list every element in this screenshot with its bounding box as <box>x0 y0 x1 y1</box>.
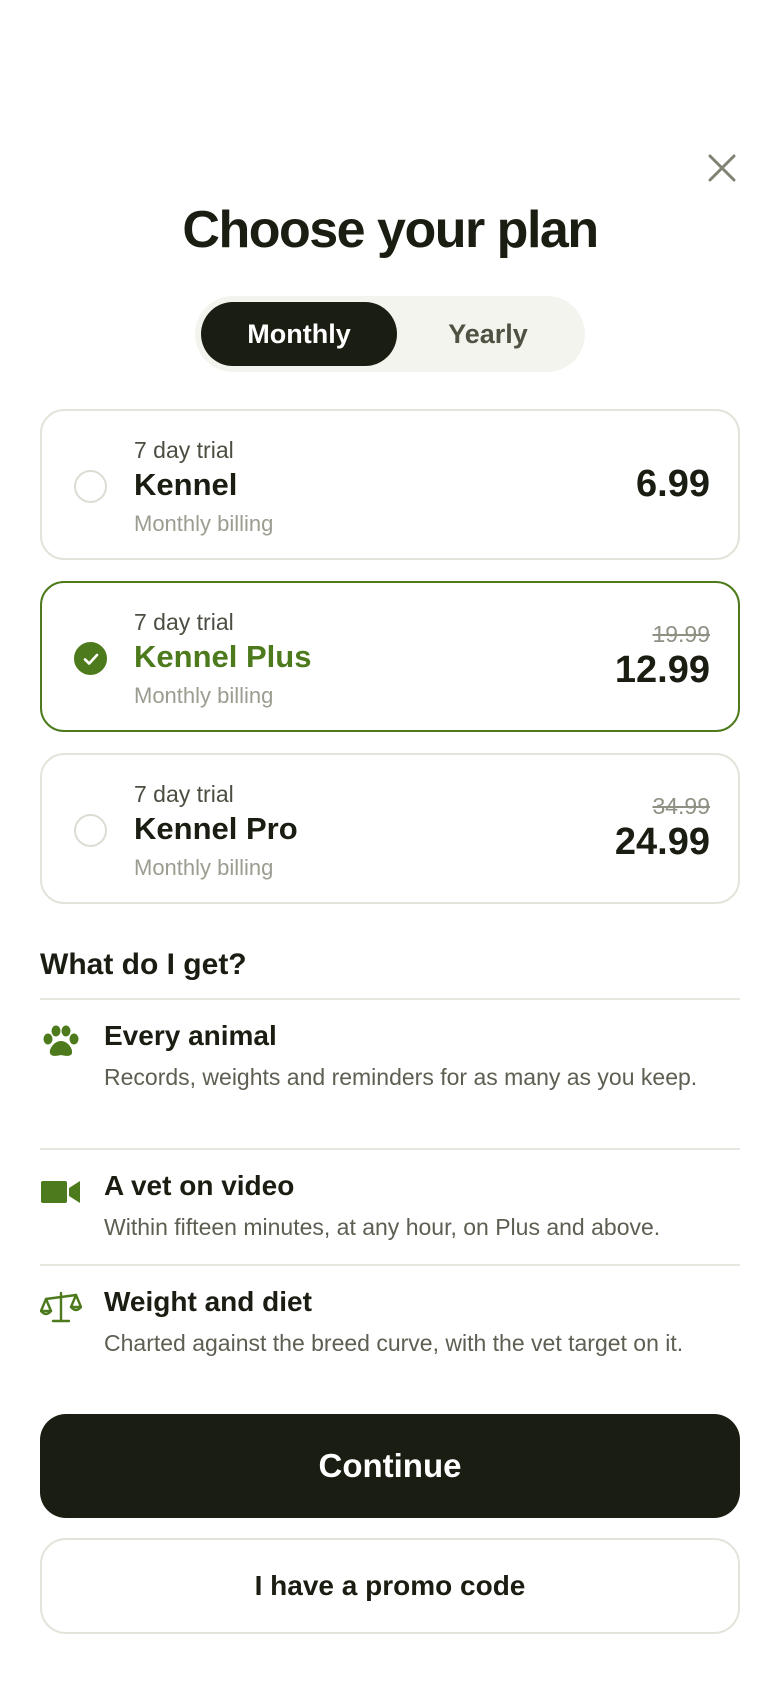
close-button[interactable] <box>704 150 740 186</box>
paw-icon <box>43 1025 79 1056</box>
page-title: Choose your plan <box>182 201 599 259</box>
divider <box>40 1148 740 1150</box>
plan-price: 12.99 <box>614 649 710 691</box>
continue-button[interactable]: Continue <box>40 1414 740 1518</box>
original-price: 34.99 <box>652 793 710 819</box>
plan-name: Kennel Plus <box>134 639 312 674</box>
benefit-description: Records, weights and reminders for as ma… <box>104 1064 698 1090</box>
billing-label: Monthly billing <box>134 511 274 536</box>
plan-card-kennel[interactable]: 7 day trial Kennel Monthly billing 6.99 <box>40 409 740 560</box>
plan-radio[interactable] <box>74 470 107 503</box>
trial-label: 7 day trial <box>134 609 234 635</box>
trial-label: 7 day trial <box>134 437 234 463</box>
plan-radio-checked[interactable] <box>74 642 107 675</box>
plan-name: Kennel Pro <box>134 811 298 846</box>
original-price: 19.99 <box>652 621 710 647</box>
billing-period-toggle: Monthly Yearly <box>195 296 585 372</box>
checkmark-icon <box>83 653 98 665</box>
promo-code-button[interactable]: I have a promo code <box>40 1538 740 1634</box>
toggle-monthly[interactable]: Monthly <box>201 302 397 366</box>
toggle-yearly[interactable]: Yearly <box>397 302 579 366</box>
benefit-title: A vet on video <box>104 1170 295 1201</box>
close-icon <box>708 154 736 182</box>
plan-name: Kennel <box>134 467 238 502</box>
benefit-description: Charted against the breed curve, with th… <box>104 1330 684 1356</box>
scale-icon <box>40 1291 82 1323</box>
benefit-title: Every animal <box>104 1020 277 1051</box>
billing-label: Monthly billing <box>134 683 274 708</box>
divider <box>40 998 740 1000</box>
benefit-description: Within fifteen minutes, at any hour, on … <box>104 1214 661 1240</box>
benefit-item: A vet on video Within fifteen minutes, a… <box>40 1170 740 1250</box>
benefit-item: Every animal Records, weights and remind… <box>40 1020 740 1130</box>
benefit-item: Weight and diet Charted against the bree… <box>40 1286 740 1396</box>
benefit-title: Weight and diet <box>104 1286 312 1317</box>
trial-label: 7 day trial <box>134 781 234 807</box>
divider <box>40 1264 740 1266</box>
video-camera-icon <box>41 1181 80 1203</box>
plan-card-kennel-plus[interactable]: 7 day trial Kennel Plus Monthly billing … <box>40 581 740 732</box>
plan-card-kennel-pro[interactable]: 7 day trial Kennel Pro Monthly billing 3… <box>40 753 740 904</box>
plan-price: 6.99 <box>636 463 710 505</box>
plan-selection-screen: Choose your plan Monthly Yearly 7 day tr… <box>0 0 780 1688</box>
billing-label: Monthly billing <box>134 855 274 880</box>
plan-radio[interactable] <box>74 814 107 847</box>
plan-price: 24.99 <box>614 821 710 863</box>
benefits-title: What do I get? <box>40 948 247 981</box>
